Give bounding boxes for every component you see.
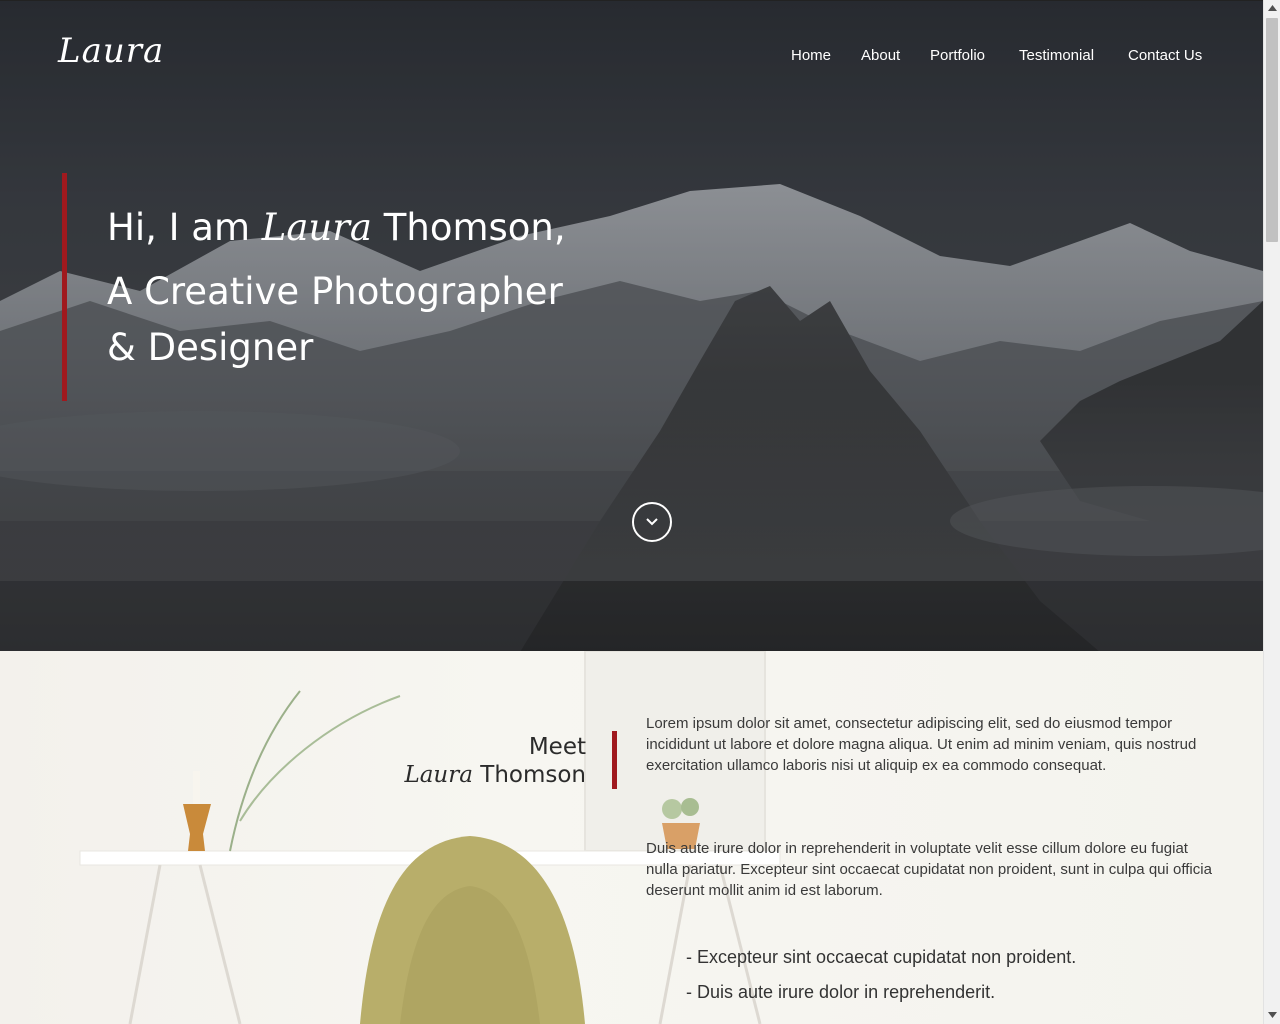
nav-item-portfolio[interactable]: Portfolio <box>930 47 985 64</box>
hero-greeting-suffix: Thomson, <box>372 206 566 249</box>
about-paragraph-2: Duis aute irure dolor in reprehenderit i… <box>646 840 1212 899</box>
scroll-down-arrow[interactable] <box>1264 1007 1280 1024</box>
about-name-script: Laura <box>404 762 473 788</box>
about-heading: Meet Laura Thomson <box>404 733 586 789</box>
scrollbar-thumb[interactable] <box>1266 18 1278 242</box>
main-nav: Home About Portfolio Testimonial Contact… <box>0 47 1263 67</box>
hero-tagline-line2: & Designer <box>107 326 314 369</box>
hero-accent-bar <box>62 173 67 401</box>
nav-item-contact[interactable]: Contact Us <box>1128 47 1202 64</box>
triangle-up-icon <box>1268 5 1277 11</box>
about-paragraph-1: Lorem ipsum dolor sit amet, consectetur … <box>646 715 1197 774</box>
hero-greeting-prefix: Hi, I am <box>107 206 262 249</box>
about-name-rest: Thomson <box>472 762 586 788</box>
nav-item-about[interactable]: About <box>861 47 900 64</box>
hero-section: Laura Home About Portfolio Testimonial C… <box>0 0 1263 651</box>
hero-tagline-line1: A Creative Photographer <box>107 270 563 313</box>
about-accent-bar <box>612 731 617 789</box>
about-heading-name: Laura Thomson <box>404 761 586 789</box>
chevron-down-icon <box>646 518 658 526</box>
about-bullet-1: - Excepteur sint occaecat cupidatat non … <box>686 947 1077 967</box>
nav-item-testimonial[interactable]: Testimonial <box>1019 47 1094 64</box>
triangle-down-icon <box>1268 1012 1277 1018</box>
scroll-up-arrow[interactable] <box>1264 0 1280 17</box>
vertical-scrollbar[interactable] <box>1263 0 1280 1024</box>
about-heading-meet: Meet <box>528 734 586 760</box>
scroll-down-button[interactable] <box>632 502 672 542</box>
nav-item-home[interactable]: Home <box>791 47 831 64</box>
hero-greeting: Hi, I am Laura Thomson, <box>107 206 566 249</box>
about-bullet-2: - Duis aute irure dolor in reprehenderit… <box>686 982 996 1002</box>
hero-name-script: Laura <box>261 206 372 249</box>
about-section: Meet Laura Thomson Lorem ipsum dolor sit… <box>0 651 1263 1024</box>
